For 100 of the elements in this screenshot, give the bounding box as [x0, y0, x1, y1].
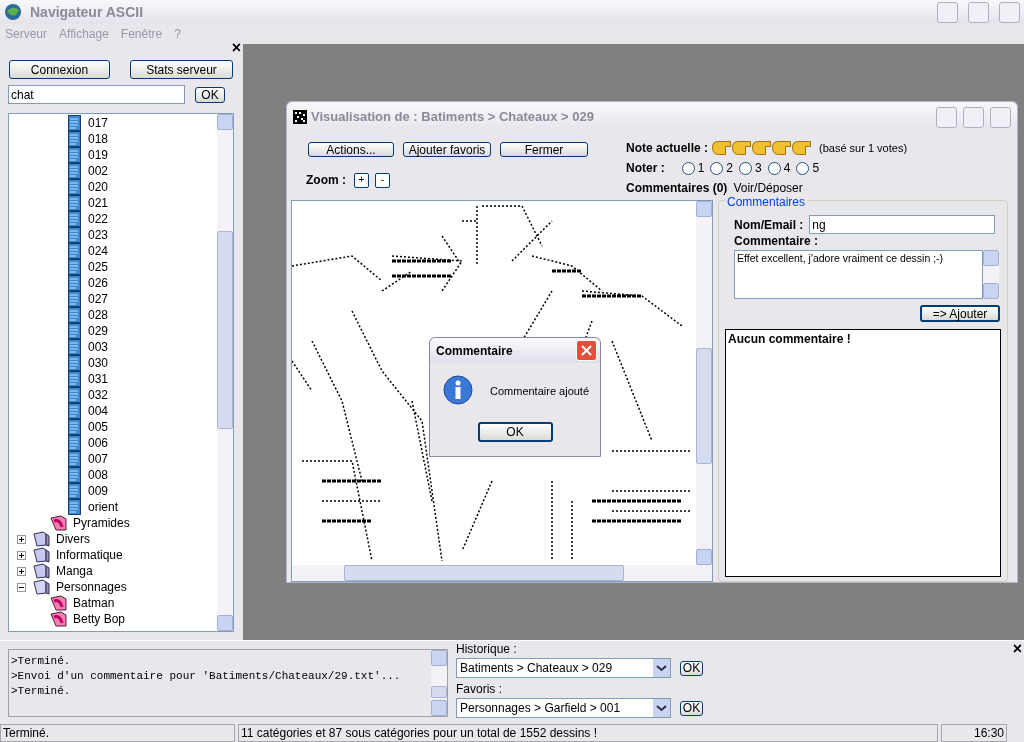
document-icon [67, 451, 83, 467]
history-dropdown[interactable]: Batiments > Chateaux > 029 [456, 658, 671, 678]
globe-icon [4, 3, 22, 21]
expand-icon[interactable] [17, 550, 26, 560]
tree-item[interactable]: 022 [86, 210, 111, 228]
tree-item[interactable]: 028 [86, 306, 111, 324]
document-icon [67, 275, 83, 291]
tree-item[interactable]: 029 [86, 322, 111, 340]
document-icon [67, 227, 83, 243]
log-line: >Terminé. [11, 684, 72, 699]
tree-item[interactable]: 004 [86, 402, 111, 420]
tree-item[interactable]: 006 [86, 434, 111, 452]
rating-radio[interactable]: 1 [681, 159, 705, 177]
folder-icon [33, 563, 51, 579]
search-field[interactable]: chat [8, 85, 185, 104]
collapse-icon[interactable] [17, 582, 26, 592]
actions-button[interactable]: Actions... [308, 142, 394, 157]
tree-item[interactable]: 008 [86, 466, 111, 484]
favorites-dropdown[interactable]: Personnages > Garfield > 001 [456, 698, 671, 718]
zoom-in-button[interactable]: + [354, 172, 369, 188]
close-button[interactable]: × [1012, 641, 1022, 657]
hand-icon [792, 141, 812, 155]
tree-item[interactable]: Pyramides [71, 514, 132, 532]
tree-item[interactable]: Divers [54, 530, 92, 548]
rating-radio[interactable]: 4 [767, 159, 791, 177]
category-icon [50, 611, 68, 627]
log-line: >Terminé. [11, 654, 72, 669]
connect-button[interactable]: Connexion [9, 60, 110, 79]
tree-item[interactable]: 027 [86, 290, 111, 308]
app-icon [293, 110, 307, 124]
document-icon [67, 179, 83, 195]
document-icon [67, 243, 83, 259]
name-label: Nom/Email : [734, 216, 804, 234]
tree-item[interactable]: 032 [86, 386, 111, 404]
info-icon [442, 375, 474, 407]
dialog-title: Commentaire [436, 342, 513, 360]
tree-item[interactable]: 021 [86, 194, 111, 212]
tree-item[interactable]: Informatique [54, 546, 125, 564]
scrollbar[interactable] [983, 250, 999, 299]
ok-button[interactable]: OK [680, 660, 703, 676]
tree-item[interactable]: 026 [86, 274, 111, 292]
document-icon [67, 131, 83, 147]
tree-item[interactable]: 019 [86, 146, 111, 164]
tree-item[interactable]: 031 [86, 370, 111, 388]
document-icon [67, 211, 83, 227]
document-icon [67, 419, 83, 435]
history-label: Historique : [456, 641, 518, 658]
hand-icon [712, 141, 732, 155]
tree-item[interactable]: Betty Bop [71, 610, 128, 628]
scrollbar[interactable] [217, 114, 233, 631]
document-icon [67, 307, 83, 323]
add-favorite-button[interactable]: Ajouter favoris [403, 142, 491, 157]
category-icon [50, 595, 68, 611]
folder-icon [33, 531, 51, 547]
expand-icon[interactable] [17, 534, 26, 544]
comment-field[interactable]: Effet excellent, j'adore vraiment ce dessin ;-) [734, 250, 983, 299]
close-button[interactable]: × [231, 40, 241, 56]
document-icon [67, 371, 83, 387]
document-icon [67, 195, 83, 211]
ok-button[interactable]: OK [195, 86, 225, 103]
tree-item[interactable]: 025 [86, 258, 111, 276]
tree-item[interactable]: 009 [86, 482, 111, 500]
tree-item[interactable]: 020 [86, 178, 111, 196]
rating-radio[interactable]: 5 [796, 159, 820, 177]
rating-radio[interactable]: 2 [710, 159, 734, 177]
tree-item[interactable]: 018 [86, 130, 111, 148]
status-text: Terminé. [0, 724, 235, 742]
tree-item[interactable]: 030 [86, 354, 111, 372]
rating-label: Note actuelle : [626, 140, 709, 157]
tree-item[interactable]: 024 [86, 242, 111, 260]
folder-icon [33, 579, 51, 595]
tree-item[interactable]: 003 [86, 338, 111, 356]
tree-item[interactable]: 005 [86, 418, 111, 436]
window-title: Navigateur ASCII [30, 2, 144, 22]
tree-item[interactable]: 007 [86, 450, 111, 468]
zoom-out-button[interactable]: - [375, 172, 390, 188]
name-field[interactable]: ng [809, 215, 996, 234]
scrollbar[interactable] [292, 565, 712, 581]
close-view-button[interactable]: Fermer [500, 142, 588, 157]
tree-item[interactable]: 002 [86, 162, 111, 180]
tree-item[interactable]: 023 [86, 226, 111, 244]
tree-item[interactable]: Manga [54, 562, 95, 580]
scrollbar[interactable] [431, 650, 447, 716]
expand-icon[interactable] [17, 566, 26, 576]
document-icon [67, 147, 83, 163]
tree-item[interactable]: orient [86, 498, 121, 516]
tree-item[interactable]: 017 [86, 114, 111, 132]
document-icon [67, 499, 83, 515]
ok-button[interactable]: OK [477, 422, 553, 442]
tree-item[interactable]: Personnages [54, 578, 129, 596]
document-icon [67, 115, 83, 131]
ok-button[interactable]: OK [680, 700, 703, 716]
folder-icon [33, 547, 51, 563]
rating-radio[interactable]: 3 [739, 159, 762, 177]
favorites-label: Favoris : [456, 681, 503, 698]
scrollbar[interactable] [696, 201, 712, 565]
stats-button[interactable]: Stats serveur [130, 60, 233, 79]
close-icon [581, 345, 592, 356]
add-comment-button[interactable]: => Ajouter [920, 305, 1000, 322]
tree-item[interactable]: Batman [71, 594, 117, 612]
